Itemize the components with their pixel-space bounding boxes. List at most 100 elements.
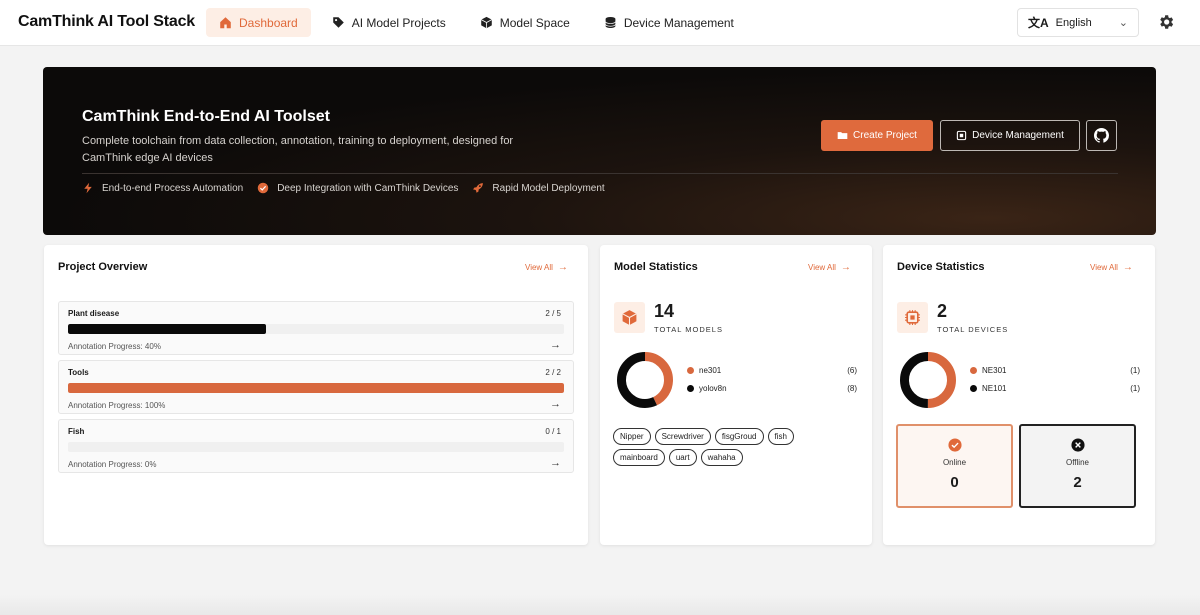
- arrow-right-icon: →: [1122, 262, 1133, 273]
- nav-label: Device Management: [623, 15, 734, 30]
- project-name: Plant disease: [68, 309, 120, 318]
- legend-item: ne301 (6): [687, 366, 857, 375]
- legend-count: (6): [847, 366, 857, 375]
- view-all-label: View All: [525, 263, 553, 272]
- project-name: Fish: [68, 427, 85, 436]
- model-stat-icon-box: [614, 302, 645, 333]
- hero-subtitle: Complete toolchain from data collection,…: [82, 135, 514, 164]
- project-item[interactable]: Plant disease 2 / 5 Annotation Progress:…: [58, 301, 574, 355]
- model-tag[interactable]: Nipper: [613, 428, 651, 445]
- arrow-right-icon[interactable]: →: [550, 457, 561, 469]
- language-select[interactable]: 文A English ⌄: [1017, 8, 1139, 37]
- progress-bar: [68, 383, 564, 393]
- legend-item: NE101 (1): [970, 384, 1140, 393]
- total-devices-label: TOTAL DEVICES: [937, 325, 1009, 334]
- nav-ai-model-projects[interactable]: AI Model Projects: [319, 8, 459, 37]
- feature-label: Rapid Model Deployment: [492, 182, 605, 194]
- legend-item: yolov8n (8): [687, 384, 857, 393]
- model-tag[interactable]: fisgGroud: [714, 428, 764, 445]
- model-tag[interactable]: uart: [668, 449, 697, 466]
- gear-icon[interactable]: [1157, 13, 1175, 31]
- offline-devices-box[interactable]: Offline 2: [1019, 424, 1136, 508]
- project-count: 2 / 5: [545, 309, 561, 318]
- feature-automation: End-to-end Process Automation: [82, 182, 243, 194]
- project-overview-title: Project Overview: [58, 261, 148, 273]
- model-tag[interactable]: mainboard: [613, 449, 665, 466]
- database-icon: [605, 16, 616, 29]
- progress-bar: [68, 324, 564, 334]
- legend-dot: [687, 385, 694, 392]
- hero-features: End-to-end Process Automation Deep Integ…: [82, 182, 619, 194]
- chip-icon: [956, 130, 967, 141]
- cube-icon: [622, 310, 637, 325]
- arrow-right-icon: →: [557, 262, 568, 273]
- view-all-label: View All: [1090, 263, 1118, 272]
- view-all-label: View All: [808, 263, 836, 272]
- legend-dot: [970, 367, 977, 374]
- feature-deployment: Rapid Model Deployment: [472, 182, 605, 194]
- legend-dot: [687, 367, 694, 374]
- device-stat-icon-box: [897, 302, 928, 333]
- total-devices-count: 2: [937, 301, 948, 321]
- progress-label: Annotation Progress: 0%: [68, 460, 157, 469]
- create-project-label: Create Project: [853, 130, 917, 141]
- nav-label: Model Space: [499, 15, 570, 30]
- project-count: 2 / 2: [545, 368, 561, 377]
- legend-name: ne301: [699, 366, 722, 375]
- nav-device-management[interactable]: Device Management: [591, 8, 747, 37]
- arrow-right-icon[interactable]: →: [550, 339, 561, 351]
- model-statistics-card: Model Statistics View All → 14 TOTAL MODE…: [600, 245, 872, 545]
- folder-icon: [837, 132, 848, 139]
- project-item[interactable]: Fish 0 / 1 Annotation Progress: 0% →: [58, 419, 574, 473]
- project-item[interactable]: Tools 2 / 2 Annotation Progress: 100% →: [58, 360, 574, 414]
- model-tag[interactable]: fish: [767, 428, 794, 445]
- model-statistics-title: Model Statistics: [614, 261, 698, 273]
- model-tag[interactable]: wahaha: [700, 449, 743, 466]
- progress-label: Annotation Progress: 100%: [68, 401, 166, 410]
- legend-count: (8): [847, 384, 857, 393]
- language-value: English: [1055, 16, 1092, 29]
- legend-name: NE101: [982, 384, 1007, 393]
- projects-view-all-link[interactable]: View All →: [525, 262, 568, 273]
- total-models-label: TOTAL MODELS: [654, 325, 723, 334]
- legend-name: yolov8n: [699, 384, 727, 393]
- legend-dot: [970, 385, 977, 392]
- device-management-button[interactable]: Device Management: [940, 120, 1080, 151]
- arrow-right-icon: →: [840, 262, 851, 273]
- create-project-button[interactable]: Create Project: [821, 120, 933, 151]
- devices-view-all-link[interactable]: View All →: [1090, 262, 1133, 273]
- x-circle-icon: [1070, 438, 1085, 452]
- models-view-all-link[interactable]: View All →: [808, 262, 851, 273]
- translate-icon: 文A: [1028, 16, 1049, 30]
- model-tag[interactable]: Screwdriver: [654, 428, 711, 445]
- top-bar: CamThink AI Tool Stack Dashboard AI Mode…: [0, 0, 1200, 46]
- bolt-icon: [84, 182, 92, 194]
- progress-fill: [68, 324, 267, 334]
- check-circle-icon: [947, 438, 962, 452]
- legend-count: (1): [1130, 384, 1140, 393]
- github-button[interactable]: [1086, 120, 1117, 151]
- device-statistics-title: Device Statistics: [897, 261, 985, 273]
- tag-icon: [332, 17, 344, 28]
- chevron-down-icon: ⌄: [1118, 17, 1128, 29]
- project-name: Tools: [68, 368, 89, 377]
- project-count: 0 / 1: [545, 427, 561, 436]
- online-count: 0: [950, 474, 959, 491]
- online-devices-box[interactable]: Online 0: [896, 424, 1013, 508]
- rocket-icon: [473, 183, 484, 193]
- nav-dashboard[interactable]: Dashboard: [206, 8, 311, 37]
- main-nav: Dashboard AI Model Projects Model Space …: [206, 8, 755, 37]
- hero-banner: CamThink End-to-End AI Toolset Complete …: [43, 67, 1156, 235]
- hero-divider: [82, 173, 1118, 174]
- feature-label: End-to-end Process Automation: [102, 182, 244, 194]
- brand-title[interactable]: CamThink AI Tool Stack: [18, 13, 195, 31]
- device-statistics-card: Device Statistics View All → 2 TOTAL DEVI…: [883, 245, 1155, 545]
- progress-bar: [68, 442, 564, 452]
- offline-label: Offline: [1066, 458, 1089, 467]
- models-donut-chart: [617, 352, 673, 408]
- feature-integration: Deep Integration with CamThink Devices: [257, 182, 458, 194]
- nav-model-space[interactable]: Model Space: [467, 8, 583, 37]
- hero-title: CamThink End-to-End AI Toolset: [82, 108, 330, 125]
- online-label: Online: [942, 458, 967, 467]
- arrow-right-icon[interactable]: →: [550, 398, 561, 410]
